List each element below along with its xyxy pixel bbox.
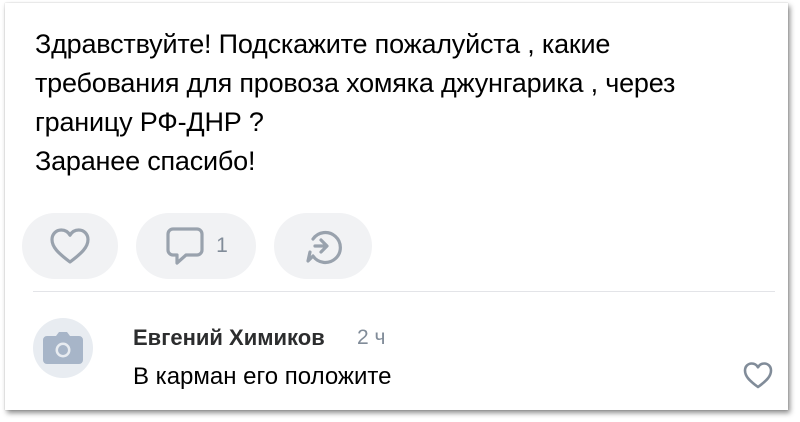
heart-outline-icon — [50, 228, 90, 264]
comment-count: 1 — [216, 234, 228, 257]
post-text-line: Заранее спасибо! — [35, 146, 256, 176]
heart-outline-icon — [743, 362, 773, 389]
post-text-line: границу РФ-ДНР ? — [35, 107, 264, 137]
share-icon — [306, 230, 342, 265]
comment-text: В карман его положите — [133, 363, 392, 390]
comment-icon — [166, 227, 204, 265]
camera-icon — [43, 332, 83, 364]
post-text: Здравствуйте! Подскажите пожалуйста , ка… — [35, 25, 755, 181]
share-button[interactable] — [274, 213, 372, 279]
avatar[interactable] — [33, 318, 93, 378]
like-button[interactable] — [22, 213, 118, 279]
comment-button[interactable]: 1 — [136, 213, 256, 279]
post-text-line: требования для провоза хомяка джунгарика… — [35, 68, 676, 98]
comment-author[interactable]: Евгений Химиков — [133, 325, 325, 351]
comment-time: 2 ч — [357, 326, 386, 349]
comment-like-button[interactable] — [742, 360, 774, 390]
divider — [33, 291, 775, 292]
post-text-line: Здравствуйте! Подскажите пожалуйста , ка… — [35, 29, 611, 59]
post-card: Здравствуйте! Подскажите пожалуйста , ка… — [5, 3, 788, 410]
